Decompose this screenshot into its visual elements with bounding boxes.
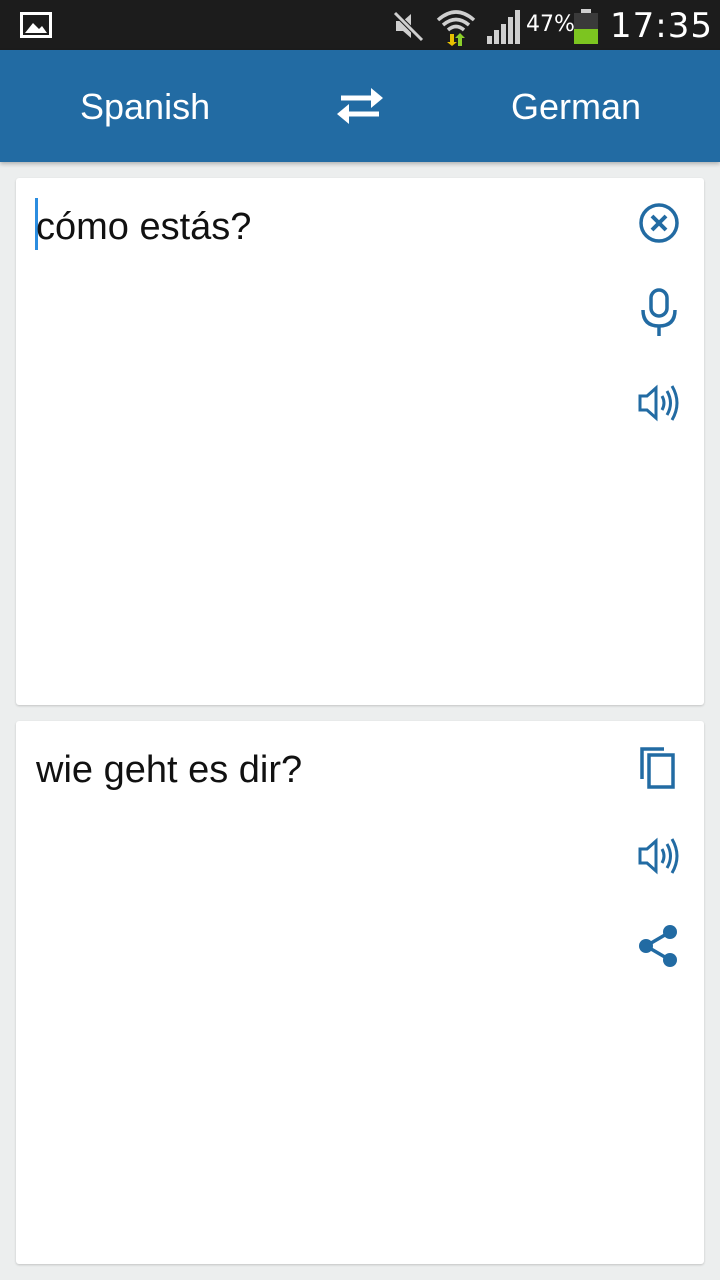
output-card: wie geht es dir? (16, 721, 704, 1264)
signal-icon (487, 10, 523, 48)
translation-text: wie geht es dir? (36, 749, 303, 791)
input-card[interactable]: cómo estás? (16, 178, 704, 705)
share-icon[interactable] (634, 921, 684, 971)
clock: 17:35 (610, 6, 713, 46)
clear-icon[interactable] (634, 198, 684, 248)
source-language-button[interactable]: Spanish (80, 86, 210, 128)
language-bar: Spanish German (0, 50, 720, 162)
mute-icon (392, 10, 426, 46)
target-language-button[interactable]: German (511, 86, 641, 128)
gallery-icon (20, 12, 52, 42)
wifi-icon (436, 8, 476, 50)
speaker-icon[interactable] (634, 831, 684, 881)
battery-icon (573, 9, 599, 49)
speaker-icon[interactable] (634, 378, 684, 428)
battery-percent: 47% (526, 12, 575, 37)
copy-icon[interactable] (634, 743, 684, 793)
swap-icon[interactable] (333, 86, 387, 126)
status-bar: 47% 17:35 (0, 0, 720, 50)
microphone-icon[interactable] (634, 286, 684, 336)
input-text[interactable]: cómo estás? (36, 206, 251, 249)
